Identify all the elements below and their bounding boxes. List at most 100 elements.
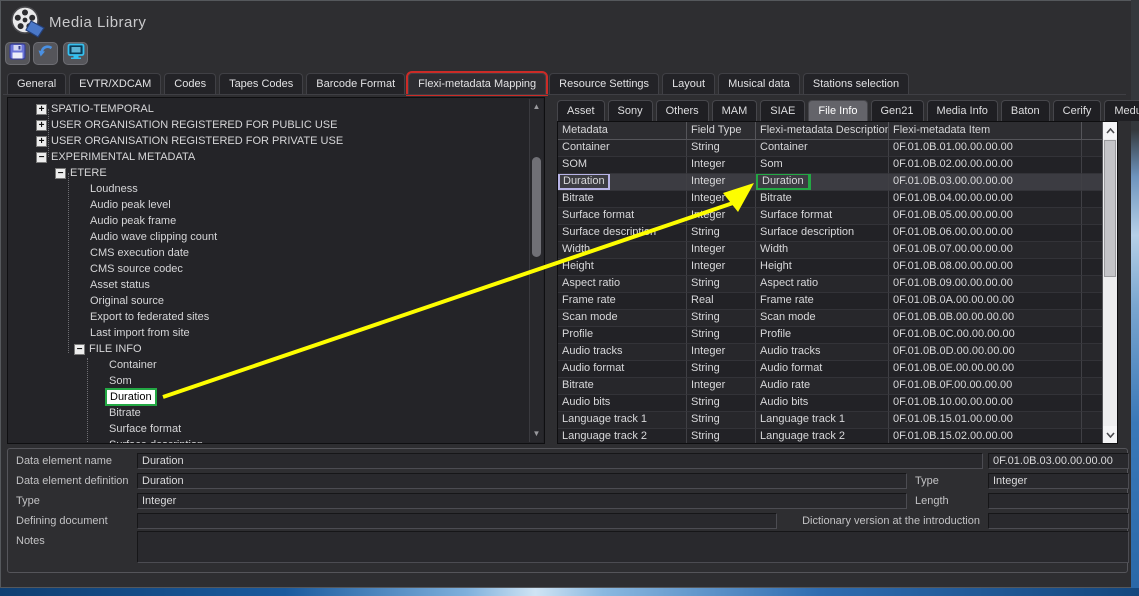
- main-tab-tapes-codes[interactable]: Tapes Codes: [219, 73, 303, 94]
- table-row[interactable]: Frame rateRealFrame rate0F.01.0B.0A.00.0…: [558, 293, 1102, 310]
- table-cell: Profile: [756, 327, 889, 344]
- table-row[interactable]: Surface formatIntegerSurface format0F.01…: [558, 208, 1102, 225]
- collapse-icon[interactable]: −: [55, 168, 66, 179]
- main-tab-codes[interactable]: Codes: [164, 73, 216, 94]
- mapping-tab-baton[interactable]: Baton: [1001, 100, 1050, 121]
- type-field[interactable]: Integer: [137, 493, 907, 509]
- tree-item-etere[interactable]: −ETERE: [9, 165, 527, 181]
- table-cell-filler: [1082, 361, 1104, 378]
- table-row[interactable]: Audio tracksIntegerAudio tracks0F.01.0B.…: [558, 344, 1102, 361]
- tree-item-audio-peak-level[interactable]: Audio peak level: [9, 197, 527, 213]
- table-cell-filler: [1082, 412, 1104, 429]
- main-tab-stations-selection[interactable]: Stations selection: [803, 73, 909, 94]
- tree-item-loudness[interactable]: Loudness: [9, 181, 527, 197]
- main-tab-general[interactable]: General: [7, 73, 66, 94]
- side-type-field[interactable]: Integer: [988, 473, 1129, 489]
- length-field[interactable]: [988, 493, 1129, 509]
- scrollbar-thumb[interactable]: [532, 157, 541, 257]
- mapping-tab-media-info[interactable]: Media Info: [927, 100, 998, 121]
- table-cell-text: Profile: [760, 328, 791, 340]
- table-row[interactable]: Language track 2StringLanguage track 20F…: [558, 429, 1102, 444]
- tree-item-label: Export to federated sites: [90, 310, 209, 324]
- mapping-tab-file-info[interactable]: File Info: [808, 100, 867, 121]
- tree-item-spatio-temporal[interactable]: +SPATIO-TEMPORAL: [9, 101, 527, 117]
- main-tab-flexi-metadata-mapping[interactable]: Flexi-metadata Mapping: [408, 73, 546, 94]
- tree-item-file-info[interactable]: −FILE INFO: [9, 341, 527, 357]
- scroll-up-icon[interactable]: [1103, 122, 1117, 139]
- main-tab-barcode-format[interactable]: Barcode Format: [306, 73, 405, 94]
- data-element-name-field[interactable]: Duration: [137, 453, 983, 469]
- notes-field[interactable]: [137, 531, 1129, 563]
- tree-item-audio-wave-clipping-count[interactable]: Audio wave clipping count: [9, 229, 527, 245]
- tree-scrollbar[interactable]: ▲ ▼: [529, 99, 543, 442]
- mapping-tab-siae[interactable]: SIAE: [760, 100, 805, 121]
- table-cell: 0F.01.0B.02.00.00.00.00: [889, 157, 1082, 174]
- flexi-item-field[interactable]: 0F.01.0B.03.00.00.00.00: [988, 453, 1129, 469]
- tree-item-user-organisation-registered-for-private-use[interactable]: +USER ORGANISATION REGISTERED FOR PRIVAT…: [9, 133, 527, 149]
- expand-icon[interactable]: +: [36, 120, 47, 131]
- collapse-icon[interactable]: −: [74, 344, 85, 355]
- table-row[interactable]: Audio bitsStringAudio bits0F.01.0B.10.00…: [558, 395, 1102, 412]
- table-cell-text: Height: [760, 260, 792, 272]
- table-cell-filler: [1082, 259, 1104, 276]
- table-row[interactable]: DurationIntegerDuration0F.01.0B.03.00.00…: [558, 174, 1102, 191]
- table-row[interactable]: ProfileStringProfile0F.01.0B.0C.00.00.00…: [558, 327, 1102, 344]
- table-row[interactable]: BitrateIntegerBitrate0F.01.0B.04.00.00.0…: [558, 191, 1102, 208]
- table-row[interactable]: Language track 1StringLanguage track 10F…: [558, 412, 1102, 429]
- tree-item-user-organisation-registered-for-public-use[interactable]: +USER ORGANISATION REGISTERED FOR PUBLIC…: [9, 117, 527, 133]
- tree-item-cms-execution-date[interactable]: CMS execution date: [9, 245, 527, 261]
- mapping-tab-gen21[interactable]: Gen21: [871, 100, 924, 121]
- scroll-up-icon[interactable]: ▲: [530, 101, 543, 113]
- table-row[interactable]: WidthIntegerWidth0F.01.0B.07.00.00.00.00: [558, 242, 1102, 259]
- table-row[interactable]: ContainerStringContainer0F.01.0B.01.00.0…: [558, 140, 1102, 157]
- tree-item-audio-peak-frame[interactable]: Audio peak frame: [9, 213, 527, 229]
- table-row[interactable]: SOMIntegerSom0F.01.0B.02.00.00.00.00: [558, 157, 1102, 174]
- column-header-flexi-metadata-description[interactable]: Flexi-metadata Description: [756, 122, 889, 140]
- table-row[interactable]: Surface descriptionStringSurface descrip…: [558, 225, 1102, 242]
- table-cell: 0F.01.0B.15.01.00.00.00: [889, 412, 1082, 429]
- table-scrollbar[interactable]: [1102, 122, 1117, 443]
- main-tab-resource-settings[interactable]: Resource Settings: [549, 73, 659, 94]
- tree-item-asset-status[interactable]: Asset status: [9, 277, 527, 293]
- table-row[interactable]: Scan modeStringScan mode0F.01.0B.0B.00.0…: [558, 310, 1102, 327]
- mapping-tab-medusa[interactable]: Medusa: [1104, 100, 1139, 121]
- undo-button[interactable]: [33, 42, 58, 65]
- save-button[interactable]: [5, 42, 30, 65]
- table-cell: 0F.01.0B.0E.00.00.00.00: [889, 361, 1082, 378]
- table-header-row: MetadataField TypeFlexi-metadata Descrip…: [558, 122, 1117, 140]
- tree-item-cms-source-codec[interactable]: CMS source codec: [9, 261, 527, 277]
- mapping-tab-mam[interactable]: MAM: [712, 100, 758, 121]
- main-tab-musical-data[interactable]: Musical data: [718, 73, 800, 94]
- table-cell-text: String: [691, 362, 720, 374]
- expand-icon[interactable]: +: [36, 136, 47, 147]
- tree-item-export-to-federated-sites[interactable]: Export to federated sites: [9, 309, 527, 325]
- table-cell: 0F.01.0B.06.00.00.00.00: [889, 225, 1082, 242]
- collapse-icon[interactable]: −: [36, 152, 47, 163]
- main-tab-evtr-xdcam[interactable]: EVTR/XDCAM: [69, 73, 161, 94]
- data-element-name-label: Data element name: [16, 455, 112, 467]
- column-header-flexi-metadata-item[interactable]: Flexi-metadata Item: [889, 122, 1082, 140]
- dictionary-version-field[interactable]: [988, 513, 1129, 529]
- mapping-tab-sony[interactable]: Sony: [608, 100, 653, 121]
- data-element-definition-field[interactable]: Duration: [137, 473, 907, 489]
- mapping-tab-cerify[interactable]: Cerify: [1053, 100, 1102, 121]
- table-cell-filler: [1082, 140, 1104, 157]
- column-header-field-type[interactable]: Field Type: [687, 122, 756, 140]
- column-header-metadata[interactable]: Metadata: [558, 122, 687, 140]
- scrollbar-thumb[interactable]: [1104, 140, 1116, 277]
- scroll-down-icon[interactable]: [1103, 426, 1117, 443]
- main-tab-layout[interactable]: Layout: [662, 73, 715, 94]
- table-row[interactable]: HeightIntegerHeight0F.01.0B.08.00.00.00.…: [558, 259, 1102, 276]
- mapping-tab-others[interactable]: Others: [656, 100, 709, 121]
- tree-item-last-import-from-site[interactable]: Last import from site: [9, 325, 527, 341]
- table-row[interactable]: Aspect ratioStringAspect ratio0F.01.0B.0…: [558, 276, 1102, 293]
- expand-icon[interactable]: +: [36, 104, 47, 115]
- table-row[interactable]: BitrateIntegerAudio rate0F.01.0B.0F.00.0…: [558, 378, 1102, 395]
- table-cell-text: 0F.01.0B.15.01.00.00.00: [893, 413, 1013, 425]
- tree-item-original-source[interactable]: Original source: [9, 293, 527, 309]
- monitor-button[interactable]: [63, 42, 88, 65]
- table-row[interactable]: Audio formatStringAudio format0F.01.0B.0…: [558, 361, 1102, 378]
- scroll-down-icon[interactable]: ▼: [530, 428, 543, 440]
- tree-item-experimental-metadata[interactable]: −EXPERIMENTAL METADATA: [9, 149, 527, 165]
- mapping-tab-asset[interactable]: Asset: [557, 100, 605, 121]
